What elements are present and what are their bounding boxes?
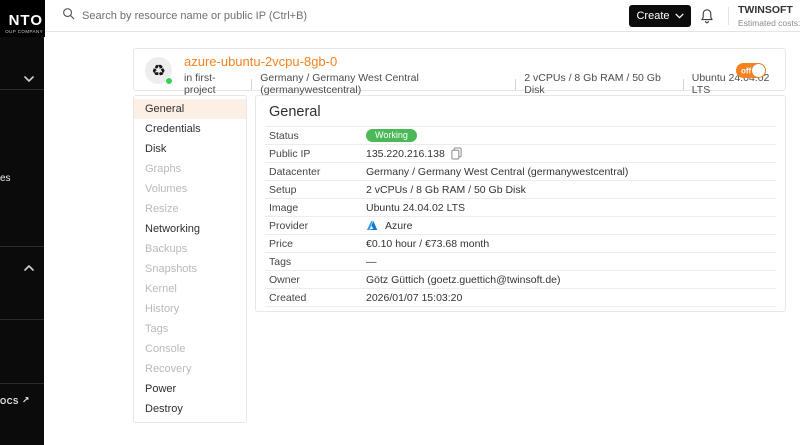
sidebar-divider xyxy=(0,319,44,320)
power-toggle-label: off xyxy=(741,66,752,75)
create-button[interactable]: Create xyxy=(629,5,691,27)
topbar: Create TWINSOFT Estimated costs: € xyxy=(44,0,800,32)
row-value: — xyxy=(366,255,377,268)
account-info[interactable]: TWINSOFT Estimated costs: € xyxy=(738,4,800,28)
brand-logo[interactable]: NTO OUP COMPANY xyxy=(0,0,45,37)
menu-item-disk[interactable]: Disk xyxy=(134,139,246,159)
menu-item-history: History xyxy=(145,303,180,315)
chevron-down-icon xyxy=(674,13,684,19)
azure-logo-icon xyxy=(366,220,378,232)
row-label: Datacenter xyxy=(269,165,321,178)
server-specs: 2 vCPUs / 8 Gb RAM / 50 Gb Disk xyxy=(524,72,661,96)
row-value: Ubuntu 24.04.02 LTS xyxy=(366,201,466,214)
notifications-bell-icon[interactable] xyxy=(699,8,715,24)
row-value: Götz Güttich (goetz.guettich@twinsoft.de… xyxy=(366,273,561,286)
account-estimated-costs: Estimated costs: € xyxy=(738,18,800,28)
row-label: Public IP xyxy=(269,147,311,160)
search-input[interactable] xyxy=(82,10,382,22)
table-row-created: Created 2026/01/07 15:03:20 xyxy=(265,289,776,307)
sidebar-item-fragment[interactable]: es xyxy=(0,173,11,184)
copy-icon[interactable] xyxy=(451,147,462,160)
menu-item-recovery: Recovery xyxy=(145,363,192,375)
server-title[interactable]: azure-ubuntu-2vcpu-8gb-0 xyxy=(184,54,785,70)
create-button-label: Create xyxy=(636,10,670,22)
row-value: 2 vCPUs / 8 Gb RAM / 50 Gb Disk xyxy=(366,183,526,196)
menu-item-resize: Resize xyxy=(145,203,179,215)
menu-item-backups: Backups xyxy=(145,243,188,255)
public-ip-value: 135.220.216.138 xyxy=(366,147,445,160)
menu-item-credentials[interactable]: Credentials xyxy=(134,119,246,139)
table-row-provider: Provider Azure xyxy=(265,217,776,235)
menu-item-volumes: Volumes xyxy=(145,183,188,195)
row-label: Status xyxy=(269,129,299,142)
row-value: €0.10 hour / €73.68 month xyxy=(366,237,490,250)
table-row-status: Status Working xyxy=(265,127,776,145)
sidebar-divider xyxy=(0,89,44,90)
topbar-divider xyxy=(728,7,729,25)
menu-item-graphs: Graphs xyxy=(145,163,182,175)
sidebar-divider xyxy=(0,246,44,247)
subtitle-divider xyxy=(682,78,684,90)
panel-heading: General xyxy=(269,104,321,120)
menu-item-kernel: Kernel xyxy=(145,283,177,295)
server-section-menu: General Credentials Disk Graphs Volumes … xyxy=(133,95,247,423)
menu-item-power[interactable]: Power xyxy=(134,379,246,399)
menu-item-networking[interactable]: Networking xyxy=(134,219,246,239)
server-subtitle: in first-project Germany / Germany West … xyxy=(184,72,785,96)
menu-item-destroy[interactable]: Destroy xyxy=(134,399,246,419)
status-badge: Working xyxy=(366,129,417,142)
subtitle-divider xyxy=(515,78,517,90)
server-header-card: ♻ azure-ubuntu-2vcpu-8gb-0 in first-proj… xyxy=(133,48,786,96)
search-icon xyxy=(62,7,75,25)
table-row-setup: Setup 2 vCPUs / 8 Gb RAM / 50 Gb Disk xyxy=(265,181,776,199)
server-location: Germany / Germany West Central (germanyw… xyxy=(260,72,419,96)
sidebar-section-chevron-down-icon[interactable] xyxy=(24,70,34,88)
table-row-owner: Owner Götz Güttich (goetz.guettich@twins… xyxy=(265,271,776,289)
row-label: Image xyxy=(269,201,299,214)
row-value: 2026/01/07 15:03:20 xyxy=(366,291,463,304)
table-row-tags: Tags — xyxy=(265,253,776,271)
subtitle-divider xyxy=(251,78,253,90)
table-row-image: Image Ubuntu 24.04.02 LTS xyxy=(265,199,776,217)
sidebar-divider xyxy=(0,383,44,384)
global-search[interactable] xyxy=(62,0,382,32)
row-label: Setup xyxy=(269,183,297,196)
general-panel: General Status Working Public IP 135.220… xyxy=(255,95,786,312)
row-label: Owner xyxy=(269,273,300,286)
row-label: Created xyxy=(269,291,307,304)
row-label: Provider xyxy=(269,219,309,232)
table-row-datacenter: Datacenter Germany / Germany West Centra… xyxy=(265,163,776,181)
docs-link-label: OCS xyxy=(0,396,19,406)
table-row-price: Price €0.10 hour / €73.68 month xyxy=(265,235,776,253)
menu-item-snapshots: Snapshots xyxy=(145,263,197,275)
brand-logo-text: NTO xyxy=(8,12,43,29)
menu-item-tags: Tags xyxy=(145,323,169,335)
provider-name: Azure xyxy=(385,219,413,232)
sidebar-item-docs[interactable]: OCS ↗ xyxy=(0,396,30,406)
server-os-avatar: ♻ xyxy=(145,57,173,85)
menu-item-console: Console xyxy=(145,343,186,355)
sidebar-section-chevron-up-icon[interactable] xyxy=(24,259,34,277)
app-sidebar: NTO OUP COMPANY es OCS ↗ xyxy=(0,0,45,445)
recycle-ubuntu-icon: ♻ xyxy=(151,60,166,80)
brand-logo-subtext: OUP COMPANY xyxy=(5,29,43,34)
account-name: TWINSOFT xyxy=(738,4,793,16)
row-value: Germany / Germany West Central (germanyw… xyxy=(366,165,629,178)
power-toggle-knob xyxy=(752,64,765,77)
table-row-public-ip: Public IP 135.220.216.138 xyxy=(265,145,776,163)
power-toggle[interactable]: off xyxy=(736,63,766,78)
menu-item-general[interactable]: General xyxy=(134,99,246,119)
online-status-dot xyxy=(165,77,173,85)
server-project: in first-project xyxy=(184,72,216,96)
row-label: Price xyxy=(269,237,293,250)
row-label: Tags xyxy=(269,255,292,268)
external-link-icon: ↗ xyxy=(21,396,30,406)
general-table: Status Working Public IP 135.220.216.138… xyxy=(265,126,776,307)
